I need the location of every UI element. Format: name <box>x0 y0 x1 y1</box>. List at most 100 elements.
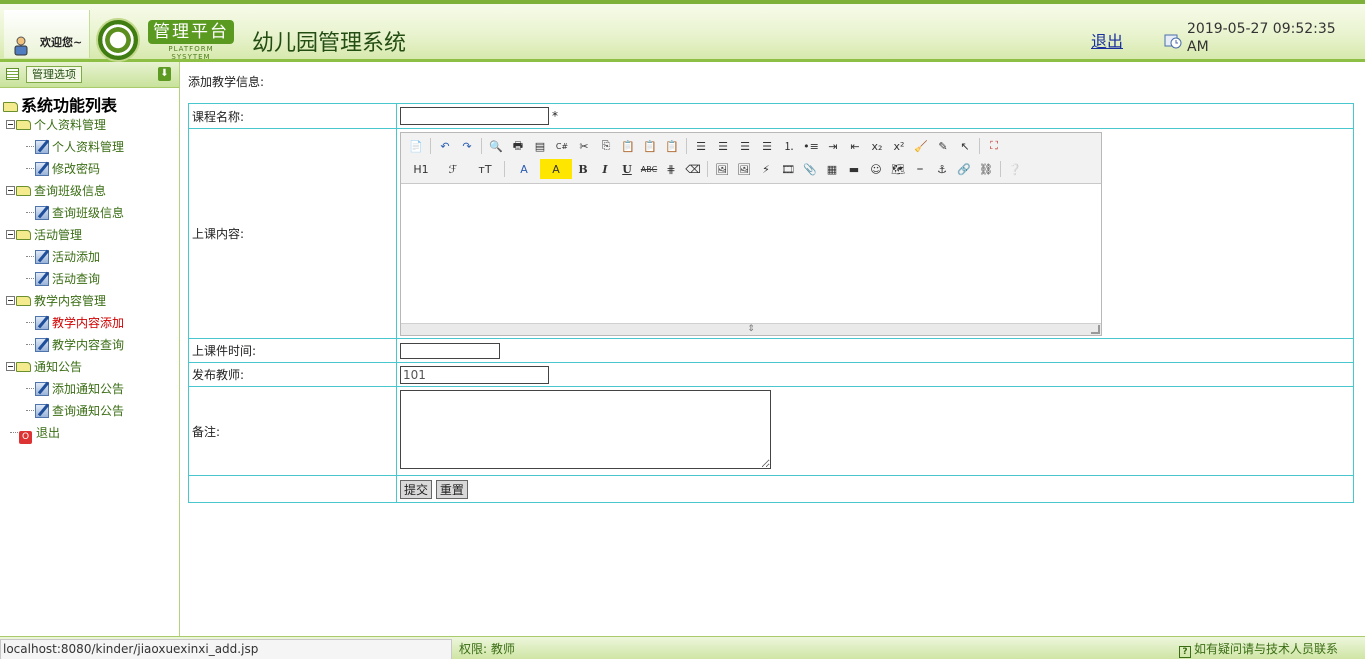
help-text: 如有疑问请与技术人员联系 <box>1193 642 1338 656</box>
table-icon[interactable]: ▦ <box>821 159 843 179</box>
hr-icon[interactable]: ⋕ <box>660 159 682 179</box>
emoticon-icon[interactable]: ☺ <box>865 159 887 179</box>
paste-word-icon[interactable]: 📋 <box>661 136 683 156</box>
highlight-color-dropdown[interactable]: A <box>540 159 572 179</box>
heading-dropdown[interactable]: H1 <box>405 159 437 179</box>
question-icon: ? <box>1178 646 1191 658</box>
pencil-icon <box>35 206 49 220</box>
tree-item-label: 添加通知公告 <box>52 382 125 396</box>
editor-content-area[interactable] <box>401 184 1101 323</box>
redo-icon[interactable]: ↷ <box>456 136 478 156</box>
course-name-input[interactable] <box>400 107 549 125</box>
unlink-icon[interactable]: ⛓ <box>975 159 997 179</box>
template-icon[interactable]: ▤ <box>529 136 551 156</box>
tree-group-notice[interactable]: 通知公告 <box>6 357 82 377</box>
subscript-icon[interactable]: x₂ <box>866 136 888 156</box>
map-icon[interactable]: 🗺 <box>887 159 909 179</box>
align-left-icon[interactable]: ☰ <box>690 136 712 156</box>
pagebreak-icon[interactable]: ⎯ <box>909 159 931 179</box>
folder-icon <box>16 230 31 240</box>
collapse-icon[interactable] <box>6 296 15 305</box>
insert-hr-icon[interactable]: ▬ <box>843 159 865 179</box>
indent-icon[interactable]: ⇥ <box>822 136 844 156</box>
collapse-icon[interactable] <box>6 186 15 195</box>
tree-item-profile-manage[interactable]: 个人资料管理 <box>26 137 124 157</box>
anchor-icon[interactable]: ⚓ <box>931 159 953 179</box>
form-row-time: 上课件时间: <box>188 338 1354 363</box>
tree-item-teaching-add[interactable]: 教学内容添加 <box>26 313 124 333</box>
tree-item-label: 教学内容查询 <box>52 338 125 352</box>
help-text-container: ? 如有疑问请与技术人员联系 <box>1178 640 1338 658</box>
superscript-icon[interactable]: x² <box>888 136 910 156</box>
align-justify-icon[interactable]: ☰ <box>756 136 778 156</box>
tree-item-activity-add[interactable]: 活动添加 <box>26 247 100 267</box>
link-icon[interactable]: 🔗 <box>953 159 975 179</box>
copy-icon[interactable]: ⎘ <box>595 136 617 156</box>
font-size-dropdown[interactable]: тT <box>469 159 501 179</box>
bold-button[interactable]: B <box>572 159 594 179</box>
tree-group-activity[interactable]: 活动管理 <box>6 225 82 245</box>
required-mark: * <box>552 109 558 123</box>
logo-badge-icon <box>96 18 140 62</box>
eraser-icon[interactable]: ⌫ <box>682 159 704 179</box>
editor-resize-bar[interactable]: ⇕ <box>401 322 1101 335</box>
preview-icon[interactable]: 🔍 <box>485 136 507 156</box>
note-textarea[interactable] <box>400 390 771 469</box>
font-color-dropdown[interactable]: A <box>508 159 540 179</box>
submit-button[interactable]: 提交 <box>400 479 433 499</box>
tree-group-profile[interactable]: 个人资料管理 <box>6 115 106 135</box>
multi-image-icon[interactable]: 🖼 <box>733 159 755 179</box>
clear-format-icon[interactable]: 🧹 <box>910 136 932 156</box>
media-icon[interactable]: 🎞 <box>777 159 799 179</box>
outdent-icon[interactable]: ⇤ <box>844 136 866 156</box>
tree-item-teaching-query[interactable]: 教学内容查询 <box>26 335 124 355</box>
teacher-input[interactable] <box>400 365 549 384</box>
italic-button[interactable]: I <box>594 159 616 179</box>
collapse-icon[interactable] <box>6 230 15 239</box>
tree-root-label: 系统功能列表 <box>21 96 118 115</box>
tree-root[interactable]: 系统功能列表 <box>3 92 118 115</box>
print-icon[interactable]: 🖶 <box>507 136 529 156</box>
tree-item-activity-query[interactable]: 活动查询 <box>26 269 100 289</box>
unordered-list-icon[interactable]: •≡ <box>800 136 822 156</box>
tree-item-class-query[interactable]: 查询班级信息 <box>26 203 124 223</box>
strikethrough-button[interactable]: ABC <box>638 159 660 179</box>
font-family-dropdown[interactable]: ℱ <box>437 159 469 179</box>
cursor-icon[interactable]: ↖ <box>954 136 976 156</box>
ordered-list-icon[interactable]: ⒈ <box>778 136 800 156</box>
code-icon[interactable]: C# <box>551 136 573 156</box>
align-right-icon[interactable]: ☰ <box>734 136 756 156</box>
cut-icon[interactable]: ✂ <box>573 136 595 156</box>
arrow-down-icon[interactable]: ⬇ <box>158 67 171 81</box>
attachment-icon[interactable]: 📎 <box>799 159 821 179</box>
actions-label-cell <box>188 475 397 503</box>
flash-icon[interactable]: ⚡ <box>755 159 777 179</box>
tree-group-teaching[interactable]: 教学内容管理 <box>6 291 106 311</box>
tree-item-notice-query[interactable]: 查询通知公告 <box>26 401 124 421</box>
collapse-icon[interactable] <box>6 362 15 371</box>
help-icon[interactable]: ❔ <box>1004 159 1026 179</box>
sidebar-tab-manage-options[interactable]: 管理选项 <box>26 66 82 83</box>
logout-link[interactable]: 退出 <box>1091 28 1123 52</box>
align-center-icon[interactable]: ☰ <box>712 136 734 156</box>
collapse-icon[interactable] <box>6 120 15 129</box>
paste-text-icon[interactable]: 📋 <box>639 136 661 156</box>
reset-button[interactable]: 重置 <box>435 479 468 499</box>
resize-handle-icon[interactable] <box>1091 324 1100 334</box>
fullscreen-icon[interactable]: ⛶ <box>983 136 1005 156</box>
source-icon[interactable]: 📄 <box>405 136 427 156</box>
folder-icon <box>16 186 31 196</box>
tree-item-notice-add[interactable]: 添加通知公告 <box>26 379 124 399</box>
time-input[interactable] <box>400 342 500 359</box>
pencil-icon <box>35 272 49 286</box>
folder-open-icon <box>3 102 18 112</box>
tree-group-class[interactable]: 查询班级信息 <box>6 181 106 201</box>
underline-button[interactable]: U <box>616 159 638 179</box>
image-icon[interactable]: 🖼 <box>711 159 733 179</box>
tree-item-change-password[interactable]: 修改密码 <box>26 159 100 179</box>
tree-item-exit[interactable]: O 退出 <box>10 423 60 444</box>
select-all-icon[interactable]: ✎ <box>932 136 954 156</box>
paste-icon[interactable]: 📋 <box>617 136 639 156</box>
page-title: 添加教学信息: <box>188 75 265 89</box>
undo-icon[interactable]: ↶ <box>434 136 456 156</box>
